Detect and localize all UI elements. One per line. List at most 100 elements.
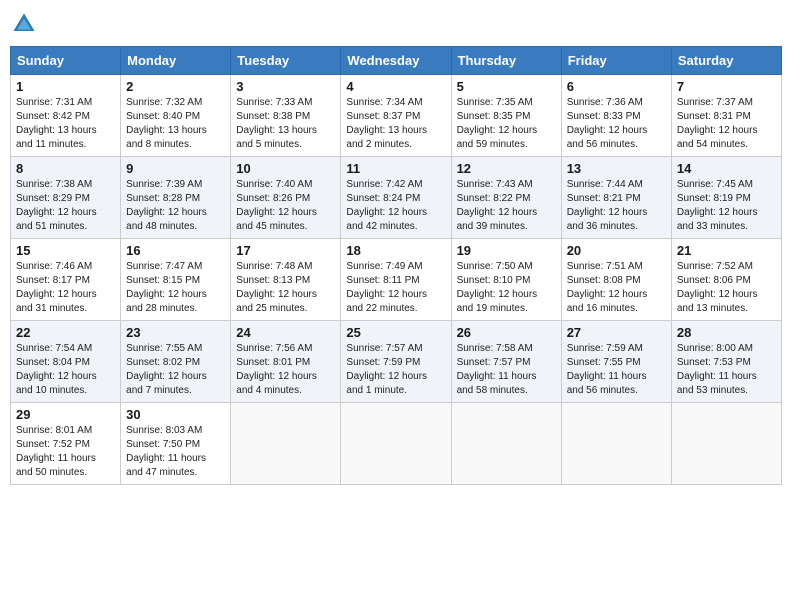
calendar-cell: 2 Sunrise: 7:32 AMSunset: 8:40 PMDayligh…: [121, 75, 231, 157]
day-info: Sunrise: 7:39 AMSunset: 8:28 PMDaylight:…: [126, 179, 207, 232]
day-info: Sunrise: 7:40 AMSunset: 8:26 PMDaylight:…: [236, 179, 317, 232]
calendar-cell: 18 Sunrise: 7:49 AMSunset: 8:11 PMDaylig…: [341, 239, 451, 321]
calendar-cell: 6 Sunrise: 7:36 AMSunset: 8:33 PMDayligh…: [561, 75, 671, 157]
day-info: Sunrise: 7:31 AMSunset: 8:42 PMDaylight:…: [16, 97, 97, 150]
calendar-cell: 20 Sunrise: 7:51 AMSunset: 8:08 PMDaylig…: [561, 239, 671, 321]
day-info: Sunrise: 7:50 AMSunset: 8:10 PMDaylight:…: [457, 261, 538, 314]
column-header-wednesday: Wednesday: [341, 47, 451, 75]
day-number: 19: [457, 243, 556, 258]
calendar-cell: 10 Sunrise: 7:40 AMSunset: 8:26 PMDaylig…: [231, 157, 341, 239]
calendar-cell: 15 Sunrise: 7:46 AMSunset: 8:17 PMDaylig…: [11, 239, 121, 321]
day-number: 7: [677, 79, 776, 94]
calendar-cell: [671, 403, 781, 485]
calendar-week-row: 8 Sunrise: 7:38 AMSunset: 8:29 PMDayligh…: [11, 157, 782, 239]
column-header-sunday: Sunday: [11, 47, 121, 75]
day-number: 2: [126, 79, 225, 94]
day-number: 29: [16, 407, 115, 422]
day-info: Sunrise: 7:59 AMSunset: 7:55 PMDaylight:…: [567, 343, 647, 396]
day-number: 21: [677, 243, 776, 258]
calendar-header-row: SundayMondayTuesdayWednesdayThursdayFrid…: [11, 47, 782, 75]
calendar-cell: 7 Sunrise: 7:37 AMSunset: 8:31 PMDayligh…: [671, 75, 781, 157]
day-number: 8: [16, 161, 115, 176]
calendar-cell: 1 Sunrise: 7:31 AMSunset: 8:42 PMDayligh…: [11, 75, 121, 157]
calendar-cell: 13 Sunrise: 7:44 AMSunset: 8:21 PMDaylig…: [561, 157, 671, 239]
calendar-cell: 19 Sunrise: 7:50 AMSunset: 8:10 PMDaylig…: [451, 239, 561, 321]
calendar-cell: [561, 403, 671, 485]
day-number: 24: [236, 325, 335, 340]
calendar-cell: 28 Sunrise: 8:00 AMSunset: 7:53 PMDaylig…: [671, 321, 781, 403]
calendar-cell: 12 Sunrise: 7:43 AMSunset: 8:22 PMDaylig…: [451, 157, 561, 239]
day-number: 27: [567, 325, 666, 340]
day-number: 30: [126, 407, 225, 422]
logo: [10, 10, 42, 38]
calendar-cell: 3 Sunrise: 7:33 AMSunset: 8:38 PMDayligh…: [231, 75, 341, 157]
day-info: Sunrise: 8:03 AMSunset: 7:50 PMDaylight:…: [126, 425, 206, 478]
day-info: Sunrise: 7:33 AMSunset: 8:38 PMDaylight:…: [236, 97, 317, 150]
day-number: 17: [236, 243, 335, 258]
day-info: Sunrise: 7:42 AMSunset: 8:24 PMDaylight:…: [346, 179, 427, 232]
calendar-cell: 4 Sunrise: 7:34 AMSunset: 8:37 PMDayligh…: [341, 75, 451, 157]
day-info: Sunrise: 7:38 AMSunset: 8:29 PMDaylight:…: [16, 179, 97, 232]
day-info: Sunrise: 7:49 AMSunset: 8:11 PMDaylight:…: [346, 261, 427, 314]
day-number: 10: [236, 161, 335, 176]
day-number: 25: [346, 325, 445, 340]
calendar-cell: 14 Sunrise: 7:45 AMSunset: 8:19 PMDaylig…: [671, 157, 781, 239]
calendar-table: SundayMondayTuesdayWednesdayThursdayFrid…: [10, 46, 782, 485]
day-number: 16: [126, 243, 225, 258]
calendar-cell: 11 Sunrise: 7:42 AMSunset: 8:24 PMDaylig…: [341, 157, 451, 239]
page-header: [10, 10, 782, 38]
day-info: Sunrise: 7:46 AMSunset: 8:17 PMDaylight:…: [16, 261, 97, 314]
day-info: Sunrise: 7:36 AMSunset: 8:33 PMDaylight:…: [567, 97, 648, 150]
calendar-cell: [451, 403, 561, 485]
day-info: Sunrise: 7:58 AMSunset: 7:57 PMDaylight:…: [457, 343, 537, 396]
calendar-cell: 27 Sunrise: 7:59 AMSunset: 7:55 PMDaylig…: [561, 321, 671, 403]
day-number: 3: [236, 79, 335, 94]
calendar-cell: 17 Sunrise: 7:48 AMSunset: 8:13 PMDaylig…: [231, 239, 341, 321]
calendar-week-row: 29 Sunrise: 8:01 AMSunset: 7:52 PMDaylig…: [11, 403, 782, 485]
calendar-cell: 29 Sunrise: 8:01 AMSunset: 7:52 PMDaylig…: [11, 403, 121, 485]
calendar-cell: 23 Sunrise: 7:55 AMSunset: 8:02 PMDaylig…: [121, 321, 231, 403]
calendar-cell: 9 Sunrise: 7:39 AMSunset: 8:28 PMDayligh…: [121, 157, 231, 239]
day-number: 5: [457, 79, 556, 94]
day-info: Sunrise: 7:44 AMSunset: 8:21 PMDaylight:…: [567, 179, 648, 232]
day-number: 4: [346, 79, 445, 94]
column-header-saturday: Saturday: [671, 47, 781, 75]
day-info: Sunrise: 7:54 AMSunset: 8:04 PMDaylight:…: [16, 343, 97, 396]
calendar-cell: 25 Sunrise: 7:57 AMSunset: 7:59 PMDaylig…: [341, 321, 451, 403]
day-number: 11: [346, 161, 445, 176]
day-info: Sunrise: 8:01 AMSunset: 7:52 PMDaylight:…: [16, 425, 96, 478]
column-header-thursday: Thursday: [451, 47, 561, 75]
day-number: 28: [677, 325, 776, 340]
day-info: Sunrise: 7:56 AMSunset: 8:01 PMDaylight:…: [236, 343, 317, 396]
day-info: Sunrise: 7:43 AMSunset: 8:22 PMDaylight:…: [457, 179, 538, 232]
day-number: 14: [677, 161, 776, 176]
column-header-friday: Friday: [561, 47, 671, 75]
day-info: Sunrise: 7:55 AMSunset: 8:02 PMDaylight:…: [126, 343, 207, 396]
calendar-cell: 24 Sunrise: 7:56 AMSunset: 8:01 PMDaylig…: [231, 321, 341, 403]
day-info: Sunrise: 7:47 AMSunset: 8:15 PMDaylight:…: [126, 261, 207, 314]
day-info: Sunrise: 7:45 AMSunset: 8:19 PMDaylight:…: [677, 179, 758, 232]
day-info: Sunrise: 7:32 AMSunset: 8:40 PMDaylight:…: [126, 97, 207, 150]
day-number: 20: [567, 243, 666, 258]
column-header-monday: Monday: [121, 47, 231, 75]
day-number: 22: [16, 325, 115, 340]
calendar-cell: 8 Sunrise: 7:38 AMSunset: 8:29 PMDayligh…: [11, 157, 121, 239]
day-info: Sunrise: 7:34 AMSunset: 8:37 PMDaylight:…: [346, 97, 427, 150]
calendar-cell: [231, 403, 341, 485]
calendar-cell: 21 Sunrise: 7:52 AMSunset: 8:06 PMDaylig…: [671, 239, 781, 321]
day-number: 6: [567, 79, 666, 94]
calendar-week-row: 15 Sunrise: 7:46 AMSunset: 8:17 PMDaylig…: [11, 239, 782, 321]
day-info: Sunrise: 8:00 AMSunset: 7:53 PMDaylight:…: [677, 343, 757, 396]
calendar-week-row: 1 Sunrise: 7:31 AMSunset: 8:42 PMDayligh…: [11, 75, 782, 157]
day-number: 13: [567, 161, 666, 176]
day-number: 23: [126, 325, 225, 340]
calendar-cell: 5 Sunrise: 7:35 AMSunset: 8:35 PMDayligh…: [451, 75, 561, 157]
day-number: 12: [457, 161, 556, 176]
day-number: 15: [16, 243, 115, 258]
calendar-cell: 26 Sunrise: 7:58 AMSunset: 7:57 PMDaylig…: [451, 321, 561, 403]
day-number: 1: [16, 79, 115, 94]
column-header-tuesday: Tuesday: [231, 47, 341, 75]
day-info: Sunrise: 7:48 AMSunset: 8:13 PMDaylight:…: [236, 261, 317, 314]
calendar-cell: [341, 403, 451, 485]
logo-icon: [10, 10, 38, 38]
